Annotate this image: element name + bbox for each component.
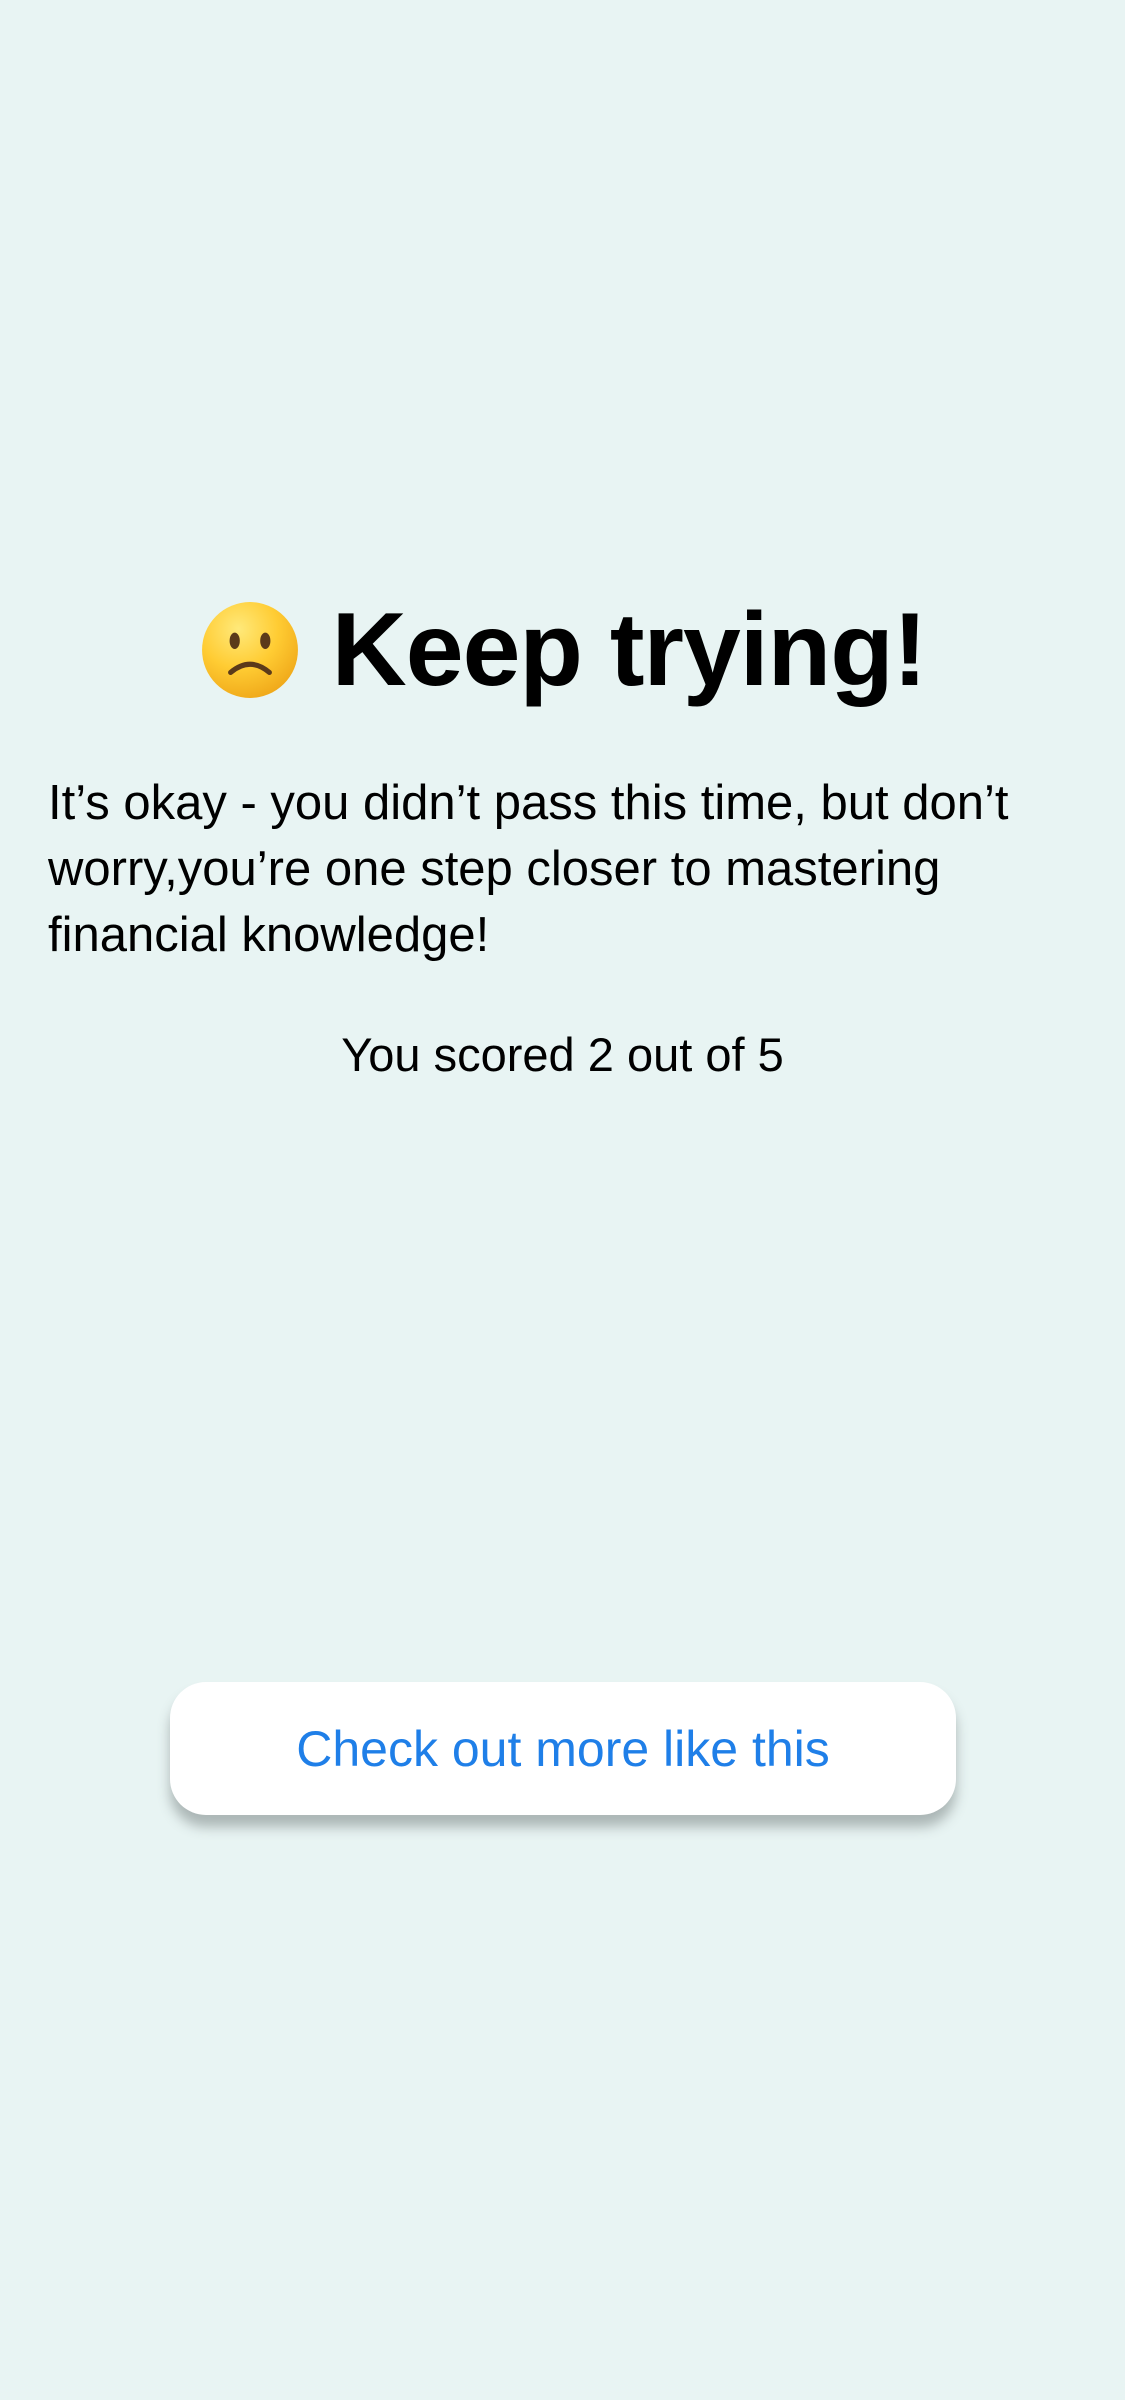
check-out-more-button[interactable]: Check out more like this (170, 1682, 956, 1815)
score-text: You scored 2 out of 5 (341, 1028, 784, 1081)
result-heading: Keep trying! (0, 585, 1125, 715)
result-title: Keep trying! (331, 592, 928, 708)
check-out-more-label: Check out more like this (296, 1720, 830, 1777)
result-message: It’s okay - you didn’t pass this time, b… (48, 776, 1009, 962)
slightly-frowning-face-icon (201, 602, 298, 698)
quiz-result-screen: Keep trying! It’s okay - you didn’t pass… (0, 0, 1125, 2400)
